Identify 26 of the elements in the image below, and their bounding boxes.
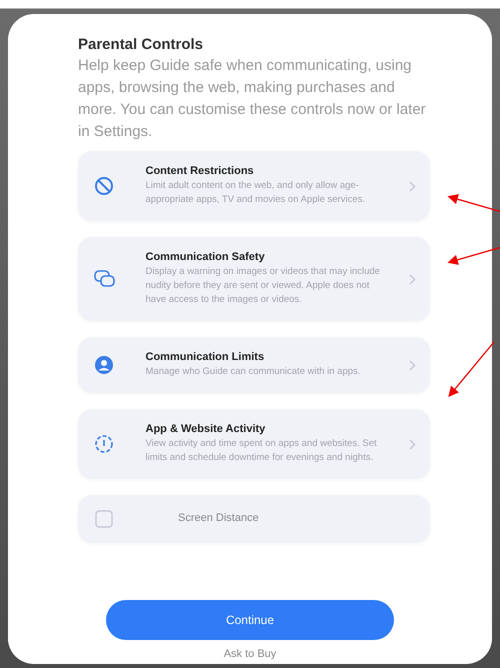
prohibited-icon bbox=[94, 176, 114, 196]
person-circle-icon bbox=[94, 355, 114, 375]
chevron-icon bbox=[409, 360, 416, 370]
option-card[interactable]: Content Restrictions Limit adult content on the web, and only allow age-appropriate apps, TV and movies on Apple services. bbox=[78, 151, 430, 221]
chevron-icon bbox=[409, 180, 416, 192]
option-title: Screen Distance bbox=[178, 512, 260, 524]
option-description: Display a warning on images or videos that may include nudity before they are sent or viewed. Apple does not have access to the images or videos. bbox=[146, 265, 381, 307]
option-card[interactable]: Communication Limits Manage who Guide can communicate with in apps. bbox=[78, 337, 430, 393]
square-icon bbox=[94, 509, 114, 529]
option-title: Communication Limits bbox=[146, 351, 266, 363]
option-description: Manage who Guide can communicate with in apps. bbox=[146, 365, 362, 379]
option-description: View activity and time spent on apps and websites. Set limits and schedule downtime for evenings and nights. bbox=[146, 437, 378, 465]
chevron-icon bbox=[409, 274, 416, 284]
faded-label: Ask to Buy bbox=[224, 648, 276, 660]
continue-button[interactable]: Continue bbox=[106, 600, 394, 640]
sheet-title: Parental Controls bbox=[78, 36, 204, 53]
option-title: Content Restrictions bbox=[146, 165, 255, 177]
option-description: Limit adult content on the web, and only allow age-appropriate apps, TV and movies on Apple services. bbox=[146, 179, 366, 207]
intro-text: Help keep Guide safe when communicating, using apps, browsing the web, making purchases and more. You can customise these controls now or later in Settings. bbox=[78, 56, 427, 142]
option-card[interactable]: App & Website Activity View activity and time spent on apps and websites. Set limits and schedule downtime for evenings and nights. bbox=[78, 409, 430, 479]
option-title: App & Website Activity bbox=[146, 423, 266, 435]
dashed-circle-icon bbox=[94, 434, 114, 454]
chevron-icon bbox=[409, 438, 416, 450]
chat-bubbles-icon bbox=[94, 269, 116, 289]
option-title: Communication Safety bbox=[146, 251, 266, 263]
option-card[interactable]: Communication Safety Display a warning on images or videos that may include nudity before they are sent or viewed. Apple does not have access to the images or videos. bbox=[78, 237, 430, 321]
